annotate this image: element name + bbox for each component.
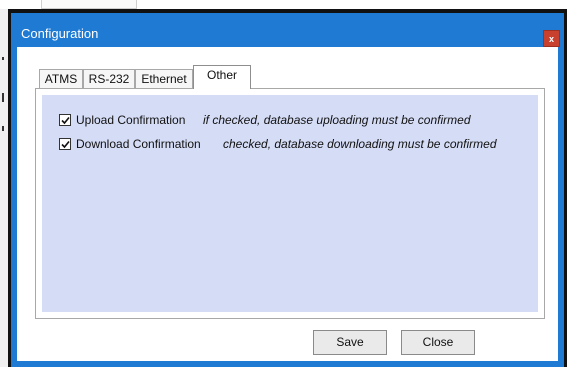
configuration-dialog: Configuration x ATMS RS-232 Ethernet Oth… [8,13,567,367]
dialog-title: Configuration [21,26,99,41]
checkmark-icon [61,116,70,125]
background-window-edge [0,9,8,367]
upload-confirmation-description: if checked, database uploading must be c… [203,113,471,127]
tab-other[interactable]: Other [193,65,251,89]
options-panel: Upload Confirmation if checked, database… [42,95,538,312]
save-button[interactable]: Save [313,330,387,355]
background-tick [2,57,4,60]
checkmark-icon [61,140,70,149]
download-confirmation-label[interactable]: Download Confirmation [76,137,201,151]
background-tick [2,126,4,131]
close-button[interactable]: Close [401,330,475,355]
tab-ethernet[interactable]: Ethernet [135,69,193,88]
background-tick [2,93,4,102]
close-icon[interactable]: x [543,30,560,47]
tab-page-other: Upload Confirmation if checked, database… [35,88,545,319]
background-toolbar-box [41,0,137,9]
dialog-client-area: ATMS RS-232 Ethernet Other Upload Confir… [17,47,558,361]
download-confirmation-description: checked, database downloading must be co… [223,137,497,151]
upload-confirmation-label[interactable]: Upload Confirmation [76,113,185,127]
title-bar[interactable]: Configuration x [11,13,564,47]
tab-rs-232[interactable]: RS-232 [83,69,135,88]
tab-atms[interactable]: ATMS [39,69,83,88]
download-confirmation-checkbox[interactable] [59,138,71,150]
upload-confirmation-checkbox[interactable] [59,114,71,126]
